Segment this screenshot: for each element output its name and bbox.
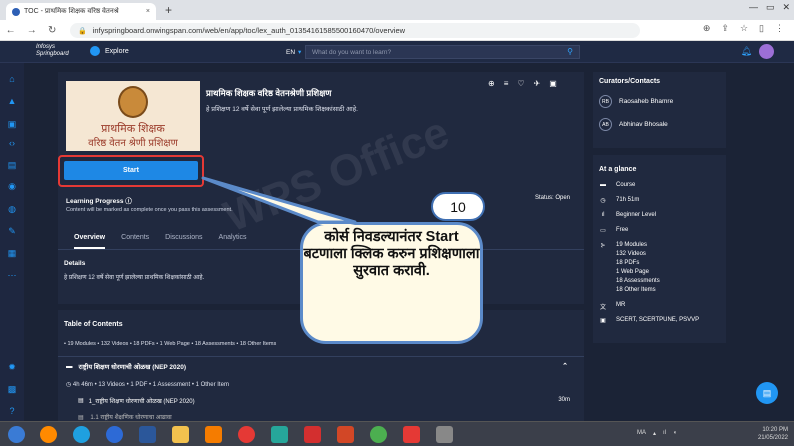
clock-time: 10:20 PM [762,427,788,433]
firefox-icon[interactable] [40,426,57,443]
clock-date: 21/05/2022 [757,435,788,441]
app-icon[interactable] [271,426,288,443]
vlc-icon[interactable] [205,426,222,443]
chat-button[interactable]: ▤ [756,382,778,404]
clock[interactable]: 10:20 PM 21/05/2022 [758,426,788,442]
network-icon[interactable]: ıl [663,430,666,437]
callout-text: कोर्स निवडल्यानंतर Start बटणाला क्लिक कर… [303,229,480,279]
tray-up-icon[interactable]: ▴ [653,430,656,437]
file-explorer-icon[interactable] [172,426,189,443]
media-player-icon[interactable] [106,426,123,443]
chrome-profile-icon[interactable] [370,426,387,443]
ie-icon[interactable] [73,426,90,443]
pdf-icon[interactable] [304,426,321,443]
start-menu-icon[interactable] [8,426,25,443]
powerpoint-icon[interactable] [337,426,354,443]
step-number-badge: 10 [431,192,485,221]
misc-app-icon[interactable] [436,426,453,443]
word-icon[interactable] [139,426,156,443]
callout-pointer-cover [318,224,355,228]
chrome-icon[interactable] [238,426,255,443]
input-language[interactable]: MA [637,430,646,437]
windows-taskbar: MA ▴ ıl ◖ 10:20 PM 21/05/2022 [0,421,794,446]
volume-icon[interactable]: ◖ [673,430,677,437]
acrobat-icon[interactable] [403,426,420,443]
system-tray: MA ▴ ıl ◖ [637,430,677,437]
